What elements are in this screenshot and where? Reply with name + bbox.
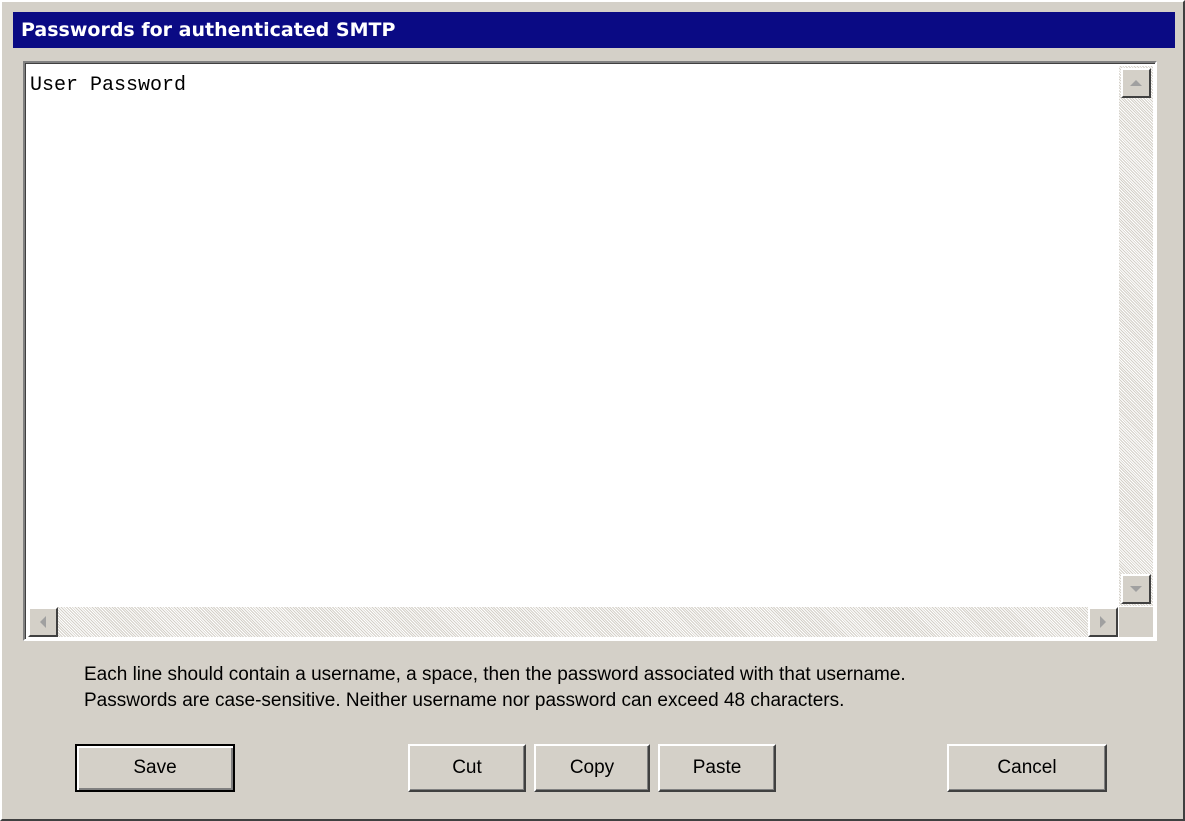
scroll-up-button[interactable] (1121, 68, 1151, 98)
cut-button[interactable]: Cut (408, 744, 526, 792)
paste-button[interactable]: Paste (658, 744, 776, 792)
password-list-editor[interactable]: User Password (23, 61, 1157, 641)
smtp-passwords-dialog: Passwords for authenticated SMTP User Pa… (0, 0, 1185, 821)
password-list-text[interactable]: User Password (28, 66, 1120, 606)
help-line-1: Each line should contain a username, a s… (84, 664, 906, 685)
horizontal-scrollbar[interactable] (28, 607, 1118, 637)
save-button[interactable]: Save (75, 744, 235, 792)
scroll-up-icon (1130, 80, 1142, 86)
scroll-right-icon (1100, 616, 1106, 628)
scrollbar-corner (1119, 607, 1153, 637)
scroll-right-button[interactable] (1088, 607, 1118, 637)
scroll-down-button[interactable] (1121, 574, 1151, 604)
scroll-left-icon (40, 616, 46, 628)
scroll-down-icon (1130, 586, 1142, 592)
help-text: Each line should contain a username, a s… (84, 662, 1144, 714)
scroll-left-button[interactable] (28, 607, 58, 637)
vertical-scrollbar[interactable] (1119, 66, 1153, 606)
cancel-button[interactable]: Cancel (947, 744, 1107, 792)
dialog-title: Passwords for authenticated SMTP (13, 12, 1175, 48)
help-line-2: Passwords are case-sensitive. Neither us… (84, 690, 845, 711)
copy-button[interactable]: Copy (534, 744, 650, 792)
